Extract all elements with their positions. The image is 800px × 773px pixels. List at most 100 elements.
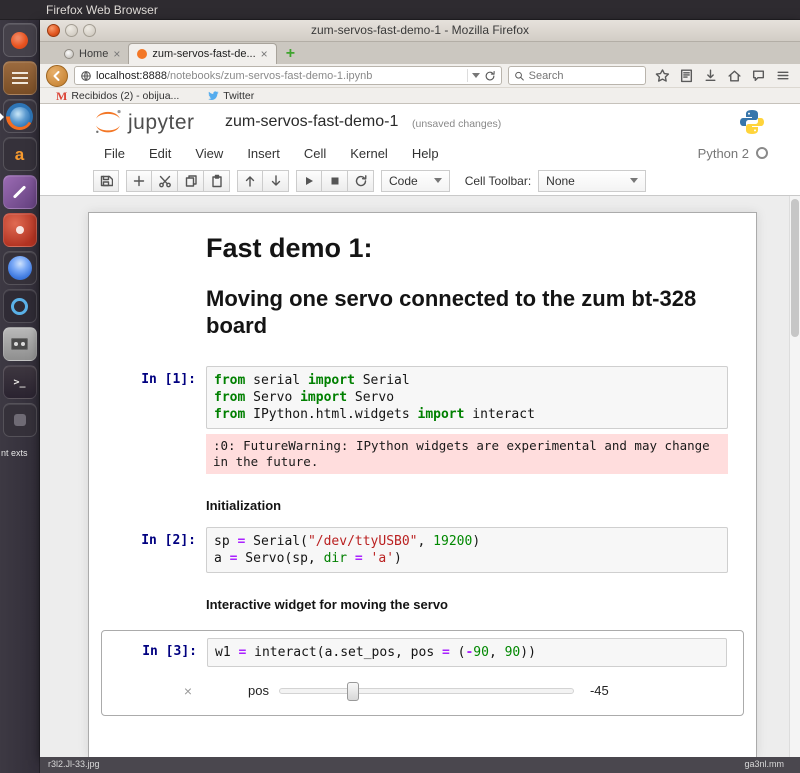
bookmark-star-icon[interactable] [655,68,670,83]
page-scrollbar[interactable] [789,196,800,757]
url-bar[interactable]: localhost:8888/notebooks/zum-servos-fast… [74,66,502,85]
code-input-3[interactable]: w1 = interact(a.set_pos, pos = (-90, 90)… [207,638,727,667]
prompt-spacer [89,474,206,527]
new-tab-button[interactable]: + [277,44,304,64]
heading-interactive-widget: Interactive widget for moving the servo [206,597,728,612]
widget-close-button[interactable]: × [177,683,199,699]
code-input-1[interactable]: from serial import Serialfrom Servo impo… [206,366,728,429]
copy-cell-button[interactable] [178,170,204,192]
bookmark-gmail[interactable]: M Recibidos (2) - obijua... [56,90,179,102]
jupyter-planet-icon [93,108,123,135]
chromium-icon[interactable] [3,251,37,285]
desktop-file-label-left: r3l2.Jl-33.jpg [48,759,100,769]
cell-toolbar-select[interactable]: None [538,170,646,192]
cell-type-select[interactable]: Code [381,170,450,192]
tab-home-close-icon[interactable]: × [113,48,120,60]
menu-insert[interactable]: Insert [247,146,280,161]
ring-glyph [11,298,28,315]
firefox-icon[interactable] [3,99,37,133]
unity-launcher: a >_ nt exts [0,20,40,773]
input-prompt-2: In [2]: [89,527,206,573]
jupyter-wordmark: jupyter [128,110,195,135]
paste-cell-button[interactable] [204,170,230,192]
arrow-down-icon [269,174,283,188]
toolbar-icons [652,68,794,83]
bookmark-twitter-label: Twitter [223,90,254,102]
wand-app-icon[interactable] [3,175,37,209]
menu-kernel[interactable]: Kernel [350,146,388,161]
tab-notebook-close-icon[interactable]: × [261,48,268,60]
stderr-output: :0: FutureWarning: IPython widgets are e… [206,434,728,474]
interact-widget: × pos -45 [102,683,743,699]
search-bar[interactable] [508,66,646,85]
extra-app-icon[interactable] [3,403,37,437]
code-input-2[interactable]: sp = Serial("/dev/ttyUSB0", 19200)a = Se… [206,527,728,573]
menu-icon[interactable] [775,68,791,83]
twitter-icon [207,90,219,102]
jupyter-logo[interactable]: jupyter [93,108,195,135]
selected-cell[interactable]: In [3]: w1 = interact(a.set_pos, pos = (… [101,630,744,716]
terminal-prompt-glyph: >_ [13,377,25,388]
run-cell-button[interactable] [296,170,322,192]
url-text: localhost:8888/notebooks/zum-servos-fast… [96,70,463,82]
search-input[interactable] [529,70,640,82]
window-minimize-button[interactable] [65,24,78,37]
notebook-title[interactable]: zum-servos-fast-demo-1 [225,113,398,131]
tab-bar: Home × zum-servos-fast-de... × + [40,42,800,64]
red-app-icon[interactable] [3,213,37,247]
move-cell-down-button[interactable] [263,170,289,192]
panel-app-title: Firefox Web Browser [46,0,158,20]
window-maximize-button[interactable] [83,24,96,37]
ubuntu-top-panel: Firefox Web Browser [0,0,800,20]
save-button[interactable] [93,170,119,192]
bookmarks-panel-icon[interactable] [679,68,694,83]
slider-handle[interactable] [347,682,359,701]
arrow-up-icon [243,174,257,188]
notebook-area: Fast demo 1: Moving one servo connected … [40,196,800,757]
window-close-button[interactable] [47,24,60,37]
menu-cell[interactable]: Cell [304,146,326,161]
cut-cell-button[interactable] [152,170,178,192]
bookmark-twitter[interactable]: Twitter [207,90,254,102]
firefox-globe-glyph [6,103,33,130]
files-icon[interactable] [3,61,37,95]
ubuntu-dash-icon[interactable] [3,23,37,57]
messages-icon[interactable] [751,68,766,83]
cell-toolbar-value: None [546,174,575,188]
menu-file[interactable]: File [104,146,125,161]
media-app-icon[interactable] [3,327,37,361]
prompt-spacer [89,573,206,626]
restart-kernel-button[interactable] [348,170,374,192]
url-path: /notebooks/zum-servos-fast-demo-1.ipynb [167,70,372,82]
window-titlebar[interactable]: zum-servos-fast-demo-1 - Mozilla Firefox [40,20,800,42]
jupyter-toolbar: Code Cell Toolbar: None [40,166,800,196]
notebook-heading-2: Moving one servo connected to the zum bt… [206,286,728,340]
amazon-icon[interactable]: a [3,137,37,171]
menu-edit[interactable]: Edit [149,146,171,161]
camera-app-icon[interactable] [3,289,37,323]
interrupt-kernel-button[interactable] [322,170,348,192]
url-dropdown-icon[interactable] [472,73,480,78]
ubuntu-logo-glyph [11,32,28,49]
menu-help[interactable]: Help [412,146,439,161]
slider-label: pos [248,683,269,698]
menu-view[interactable]: View [195,146,223,161]
scrollbar-thumb[interactable] [791,199,799,337]
terminal-icon[interactable]: >_ [3,365,37,399]
film-glyph [11,338,28,350]
download-icon[interactable] [703,68,718,83]
refresh-icon [354,174,368,188]
search-icon [514,70,525,82]
tab-home[interactable]: Home × [56,43,128,64]
navigation-toolbar: localhost:8888/notebooks/zum-servos-fast… [40,64,800,88]
markdown-cell-widget: Interactive widget for moving the servo [89,573,756,626]
move-cell-up-button[interactable] [237,170,263,192]
reload-icon[interactable] [484,70,496,82]
home-icon[interactable] [727,68,742,83]
desktop-artifact-text: nt exts [1,448,28,458]
slider-track[interactable] [279,688,574,694]
bookmark-gmail-label: Recibidos (2) - obijua... [71,90,179,102]
back-button[interactable] [46,65,68,87]
tab-notebook[interactable]: zum-servos-fast-de... × [128,43,276,64]
add-cell-button[interactable] [126,170,152,192]
